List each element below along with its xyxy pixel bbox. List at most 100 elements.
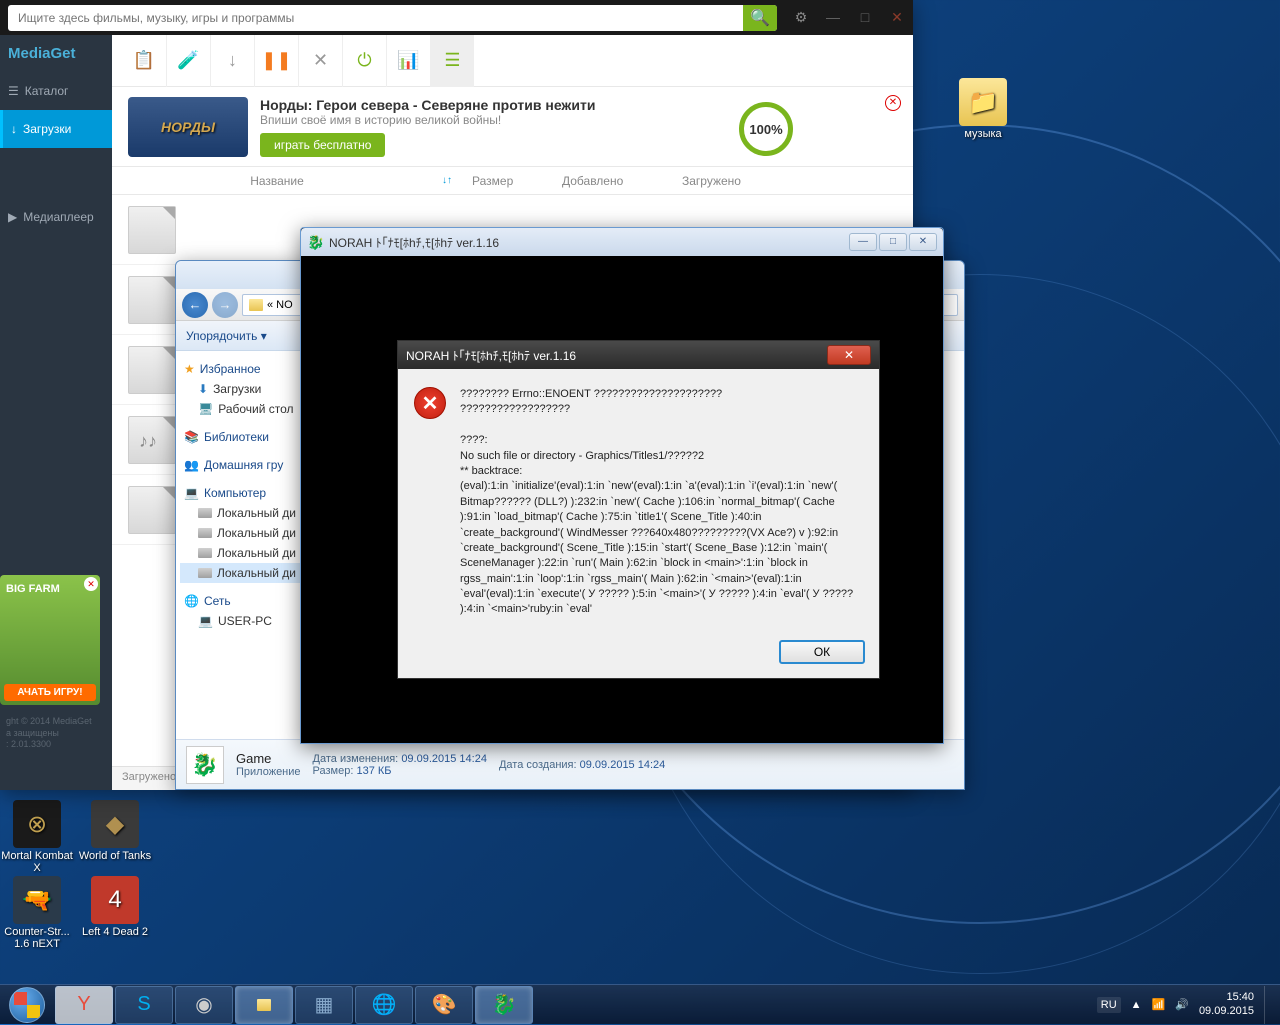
grid-icon: ☰	[8, 84, 19, 98]
add-link-button[interactable]: 🧪	[166, 35, 210, 87]
icon-label: World of Tanks	[78, 850, 152, 862]
tray-network-icon[interactable]: 📶	[1152, 998, 1166, 1011]
show-desktop-button[interactable]	[1264, 986, 1272, 1024]
ad-close-button[interactable]: ✕	[84, 577, 98, 591]
col-size[interactable]: Размер	[452, 174, 542, 188]
copyright-text: ght © 2014 MediaGet а защищены : 2.01.33…	[0, 712, 112, 755]
col-name[interactable]: Название	[112, 174, 442, 188]
minimize-button[interactable]: —	[849, 233, 877, 251]
windows-orb-icon	[9, 987, 45, 1023]
back-button[interactable]: ←	[182, 292, 208, 318]
maximize-button[interactable]: □	[849, 0, 881, 35]
drive-icon	[198, 508, 212, 518]
file-name: Game	[236, 751, 301, 766]
library-icon: 📚	[184, 430, 199, 444]
desktop-app-wot[interactable]: ◆ World of Tanks	[78, 800, 152, 862]
tray-flag-icon[interactable]: ▲	[1131, 999, 1142, 1011]
ok-button[interactable]: ОК	[779, 640, 865, 664]
settings-button[interactable]: ⚙	[785, 9, 817, 26]
mediaget-sidebar: MediaGet ☰Каталог ↓Загрузки ▶Медиаплеер …	[0, 35, 112, 790]
play-icon: ▶	[8, 210, 17, 224]
clock[interactable]: 15:40 09.09.2015	[1199, 991, 1254, 1017]
tray-volume-icon[interactable]: 🔊	[1175, 998, 1189, 1011]
game-titlebar[interactable]: 🐉 NORAH ﾄ｢ﾅﾓ[ﾎhﾁ,ﾓ[ﾎhﾃ ver.1.16 — □ ✕	[301, 228, 943, 256]
desktop-icon: 🖥	[198, 402, 213, 416]
desktop-folder-music[interactable]: 📁 музыка	[946, 78, 1020, 140]
game-title: NORAH ﾄ｢ﾅﾓ[ﾎhﾁ,ﾓ[ﾎhﾃ ver.1.16	[329, 234, 499, 251]
folder-icon	[257, 999, 271, 1011]
star-icon: ★	[184, 362, 195, 376]
error-dialog: NORAH ﾄ｢ﾅﾓ[ﾎhﾁ,ﾓ[ﾎhﾃ ver.1.16 ✕ ✕ ??????…	[397, 340, 880, 679]
search-input[interactable]	[8, 11, 743, 25]
close-button[interactable]: ✕	[881, 0, 913, 35]
pause-button[interactable]: ❚❚	[254, 35, 298, 87]
search-container: 🔍	[8, 5, 777, 31]
mediaget-toolbar: 📋 🧪 ↓ ❚❚ ✕ ⏻ 📊 ☰	[112, 35, 913, 87]
taskbar-yandex[interactable]: Y	[55, 986, 113, 1024]
power-button[interactable]: ⏻	[342, 35, 386, 87]
file-type: Приложение	[236, 766, 301, 778]
desktop-app-cs[interactable]: 🔫 Counter-Str... 1.6 nEXT	[0, 876, 74, 950]
taskbar-skype[interactable]: S	[115, 986, 173, 1024]
banner-close-button[interactable]: ✕	[885, 95, 901, 111]
maximize-button[interactable]: □	[879, 233, 907, 251]
icon-label: Left 4 Dead 2	[78, 926, 152, 938]
stats-button[interactable]: 📊	[386, 35, 430, 87]
col-downloaded[interactable]: Загружено	[662, 174, 761, 188]
language-indicator[interactable]: RU	[1097, 997, 1121, 1013]
minimize-button[interactable]: —	[817, 0, 849, 35]
app-icon: 🔫	[13, 876, 61, 924]
drive-icon	[198, 548, 212, 558]
error-icon: ✕	[414, 387, 446, 419]
download-button[interactable]: ↓	[210, 35, 254, 87]
app-icon: 4	[91, 876, 139, 924]
forward-button[interactable]: →	[212, 292, 238, 318]
nav-catalog[interactable]: ☰Каталог	[0, 72, 112, 110]
taskbar-steam[interactable]: ◉	[175, 986, 233, 1024]
taskbar-app[interactable]: ▦	[295, 986, 353, 1024]
nav-player[interactable]: ▶Медиаплеер	[0, 198, 112, 236]
search-button[interactable]: 🔍	[743, 5, 777, 31]
search-icon: 🔍	[750, 8, 770, 28]
column-headers: Название ↓↑ Размер Добавлено Загружено	[112, 167, 913, 195]
banner-play-button[interactable]: играть бесплатно	[260, 133, 385, 157]
taskbar-game[interactable]: 🐉	[475, 986, 533, 1024]
icon-label: музыка	[946, 128, 1020, 140]
drive-icon	[198, 528, 212, 538]
error-close-button[interactable]: ✕	[827, 345, 871, 365]
homegroup-icon: 👥	[184, 458, 199, 472]
taskbar-explorer[interactable]	[235, 986, 293, 1024]
gear-icon: ⚙	[795, 9, 808, 25]
taskbar-browser[interactable]: 🌐	[355, 986, 413, 1024]
system-tray: RU ▲ 📶 🔊 15:40 09.09.2015	[1089, 986, 1280, 1024]
ad-play-button[interactable]: АЧАТЬ ИГРУ!	[4, 684, 96, 701]
error-title: NORAH ﾄ｢ﾅﾓ[ﾎhﾁ,ﾓ[ﾎhﾃ ver.1.16	[406, 347, 576, 364]
add-file-button[interactable]: 📋	[122, 35, 166, 87]
explorer-details-pane: 🐉 Game Приложение Дата изменения: 09.09.…	[176, 739, 964, 789]
sidebar-ad[interactable]: ✕ BIG FARM АЧАТЬ ИГРУ!	[0, 575, 100, 705]
list-view-button[interactable]: ☰	[430, 35, 474, 87]
organize-menu[interactable]: Упорядочить ▾	[186, 329, 267, 343]
error-titlebar[interactable]: NORAH ﾄ｢ﾅﾓ[ﾎhﾁ,ﾓ[ﾎhﾃ ver.1.16 ✕	[398, 341, 879, 369]
folder-icon: 📁	[959, 78, 1007, 126]
computer-icon: 💻	[184, 486, 199, 500]
promo-banner: НОРДЫ Норды: Герои севера - Северяне про…	[112, 87, 913, 167]
pc-icon: 💻	[198, 614, 213, 628]
desktop-app-l4d2[interactable]: 4 Left 4 Dead 2	[78, 876, 152, 938]
app-icon: ⊗	[13, 800, 61, 848]
desktop-app-mk[interactable]: ⊗ Mortal Kombat X	[0, 800, 74, 874]
folder-icon	[249, 299, 263, 311]
progress-circle: 100%	[739, 102, 793, 156]
ad-title: BIG FARM	[6, 583, 60, 595]
stop-button[interactable]: ✕	[298, 35, 342, 87]
start-button[interactable]	[0, 985, 54, 1025]
mediaget-titlebar[interactable]: 🔍 ⚙ — □ ✕	[0, 0, 913, 35]
dragon-icon: 🐉	[307, 234, 323, 250]
sort-indicator: ↓↑	[442, 175, 452, 186]
taskbar-paint[interactable]: 🎨	[415, 986, 473, 1024]
nav-downloads[interactable]: ↓Загрузки	[0, 110, 112, 148]
icon-label: Counter-Str... 1.6 nEXT	[0, 926, 74, 950]
close-button[interactable]: ✕	[909, 233, 937, 251]
col-added[interactable]: Добавлено	[542, 174, 662, 188]
drive-icon	[198, 568, 212, 578]
